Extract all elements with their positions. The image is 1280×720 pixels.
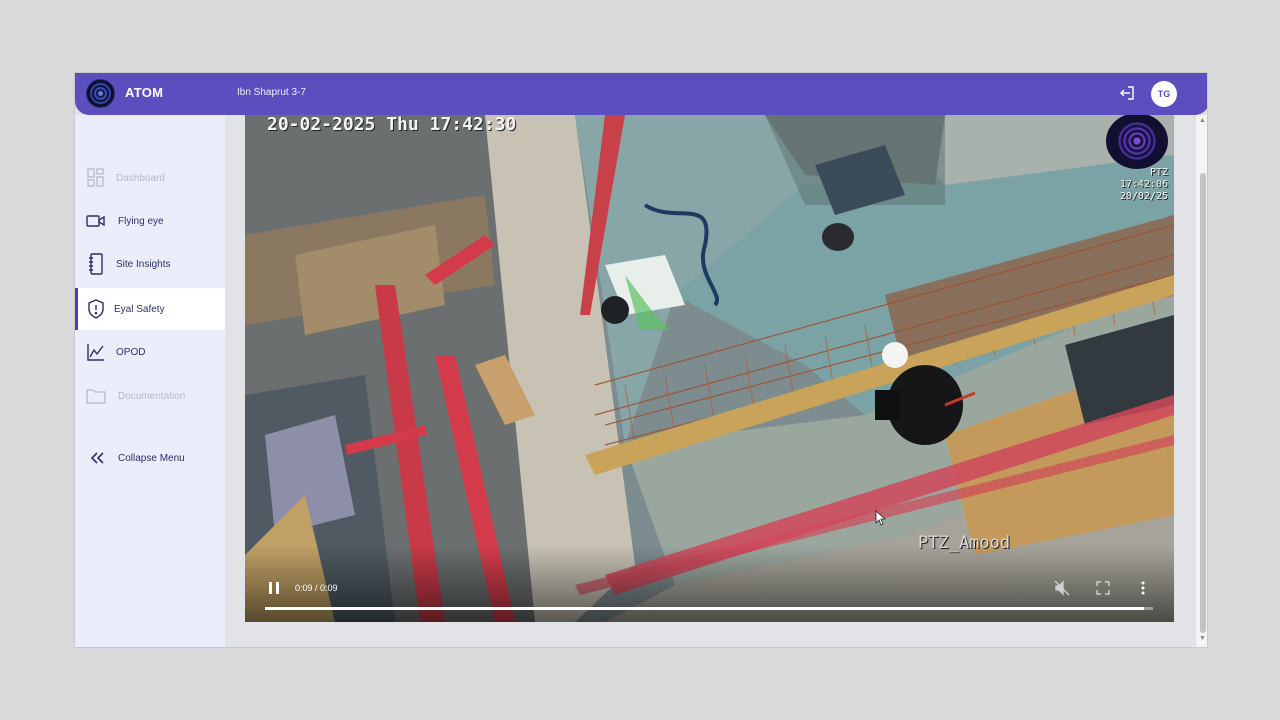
line-chart-icon [86, 342, 106, 362]
main-content: 20-02-2025 Thu 17:42:30 PTZ 17:42:06 20/… [225, 115, 1195, 647]
dashboard-icon [86, 168, 106, 188]
sidebar-item-label: Dashboard [116, 172, 165, 184]
sidebar-item-label: Documentation [118, 390, 186, 402]
folder-icon [86, 386, 106, 406]
more-options-icon[interactable] [1133, 578, 1153, 598]
collapse-menu-button[interactable]: Collapse Menu [75, 437, 225, 479]
osd-ptz-time: 17:42:06 [1119, 179, 1168, 190]
double-chevron-left-icon [87, 448, 107, 468]
sidebar-item-label: Eyal Safety [114, 303, 165, 315]
sidebar-item-flying-eye[interactable]: Flying eye [75, 200, 225, 242]
video-controls: 0:09 / 0:09 [245, 545, 1174, 622]
atom-logo[interactable] [86, 79, 115, 108]
scroll-down-icon[interactable]: ▼ [1199, 635, 1206, 642]
top-bar: ATOM Ibn Shaprut 3-7 TG [75, 73, 1207, 115]
sidebar-item-label: Site Insights [116, 258, 171, 270]
fingerprint-logo [1106, 115, 1168, 169]
fullscreen-icon[interactable] [1093, 578, 1113, 598]
sidebar-item-label: OPOD [116, 346, 146, 358]
sidebar-item-opod[interactable]: OPOD [75, 331, 225, 373]
osd-timestamp: 20-02-2025 Thu 17:42:30 [267, 115, 517, 135]
app-window: ATOM Ibn Shaprut 3-7 TG Dashboard Flying… [74, 72, 1208, 648]
mouse-cursor-icon [875, 510, 887, 531]
muted-volume-icon[interactable] [1052, 578, 1072, 598]
video-time: 0:09 / 0:09 [295, 583, 338, 593]
progress-fill [265, 607, 1145, 610]
shield-icon [86, 299, 106, 319]
scrollbar-thumb[interactable] [1200, 173, 1206, 633]
video-camera-icon [86, 211, 106, 231]
project-name[interactable]: Ibn Shaprut 3-7 [237, 87, 306, 98]
notebook-icon [86, 253, 106, 275]
sidebar: Dashboard Flying eye Site Insights Eyal … [75, 115, 225, 647]
sidebar-item-dashboard[interactable]: Dashboard [75, 157, 225, 199]
sidebar-item-label: Flying eye [118, 215, 164, 227]
sidebar-item-documentation[interactable]: Documentation [75, 375, 225, 417]
logout-icon[interactable] [1117, 83, 1137, 103]
osd-ptz-label: PTZ [1149, 167, 1168, 178]
vertical-scrollbar[interactable]: ▲ ▼ [1195, 115, 1207, 647]
progress-bar[interactable] [265, 607, 1153, 610]
app-name: ATOM [125, 85, 164, 100]
sidebar-item-site-insights[interactable]: Site Insights [75, 243, 225, 285]
osd-ptz-block: PTZ 17:42:06 20/02/25 [1120, 167, 1168, 203]
user-avatar[interactable]: TG [1151, 81, 1177, 107]
collapse-menu-label: Collapse Menu [118, 452, 185, 464]
osd-ptz-date: 20/02/25 [1119, 191, 1168, 202]
sidebar-item-eyal-safety[interactable]: Eyal Safety [75, 288, 225, 330]
pause-icon[interactable] [265, 579, 283, 597]
scroll-up-icon[interactable]: ▲ [1199, 117, 1206, 124]
video-player[interactable]: 20-02-2025 Thu 17:42:30 PTZ 17:42:06 20/… [245, 115, 1174, 622]
